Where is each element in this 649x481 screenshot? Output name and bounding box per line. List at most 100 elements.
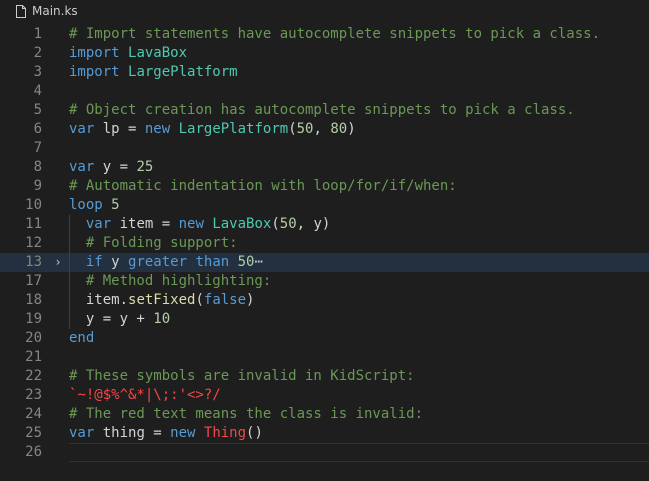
code-line[interactable]: 23 `~!@$%^&*|\;:'<>?/ xyxy=(0,386,649,405)
line-number: 8 xyxy=(33,159,42,175)
code-token: # Method highlighting: xyxy=(85,273,272,289)
line-number: 22 xyxy=(25,368,42,384)
code-line[interactable]: 26 xyxy=(0,443,649,462)
code-line[interactable]: 1 # Import statements have autocomplete s… xyxy=(0,25,649,44)
code-line[interactable]: 2 import LavaBox xyxy=(0,44,649,63)
chevron-right-icon[interactable]: › xyxy=(53,253,63,272)
code-line[interactable]: 11 var item = new LavaBox(50, y) xyxy=(0,215,649,234)
code-token: var xyxy=(69,159,95,175)
code-text: y = y + 10 xyxy=(69,310,649,329)
code-token: false xyxy=(203,292,247,308)
indent-guide xyxy=(69,310,70,329)
line-number: 6 xyxy=(33,121,42,137)
code-token: if xyxy=(85,254,103,270)
code-token: 50 xyxy=(279,216,297,232)
code-line[interactable]: 24 # The red text means the class is inva… xyxy=(0,405,649,424)
code-token: ( xyxy=(195,292,204,308)
line-number: 2 xyxy=(33,45,42,61)
code-text: item.setFixed(false) xyxy=(69,291,649,310)
code-token: 80 xyxy=(330,121,348,137)
code-token: LavaBox xyxy=(128,45,188,61)
code-line[interactable]: 13 › if y greater than 50⋯ xyxy=(0,253,649,272)
code-line[interactable]: 7 xyxy=(0,139,649,158)
code-line[interactable]: 17 # Method highlighting: xyxy=(0,272,649,291)
code-line[interactable]: 8 var y = 25 xyxy=(0,158,649,177)
indent-guide xyxy=(69,253,70,272)
code-text: # Folding support: xyxy=(69,234,649,253)
line-number: 3 xyxy=(33,64,42,80)
line-number: 1 xyxy=(33,26,42,42)
code-text: loop 5 xyxy=(69,196,649,215)
indent-guide xyxy=(69,234,70,253)
code-token: than xyxy=(195,254,230,270)
indent-guide xyxy=(69,215,70,234)
line-number: 10 xyxy=(25,197,42,213)
code-text: # The red text means the class is invali… xyxy=(69,405,649,424)
code-text: `~!@$%^&*|\;:'<>?/ xyxy=(69,386,649,405)
code-text: # Method highlighting: xyxy=(69,272,649,291)
code-token: # Folding support: xyxy=(85,235,238,251)
line-number: 11 xyxy=(25,216,42,232)
code-token: var xyxy=(69,121,95,137)
code-token: 50 xyxy=(296,121,314,137)
line-number: 7 xyxy=(33,140,42,156)
line-number: 13 xyxy=(25,254,42,270)
code-line[interactable]: 20 end xyxy=(0,329,649,348)
code-line[interactable]: 10 loop 5 xyxy=(0,196,649,215)
line-number: 26 xyxy=(25,444,42,460)
code-text xyxy=(69,443,649,462)
line-number: 5 xyxy=(33,102,42,118)
code-token: `~!@$%^&*|\;:'<>?/ xyxy=(69,387,221,403)
line-number: 9 xyxy=(33,178,42,194)
code-token: new xyxy=(178,216,204,232)
code-line[interactable]: 21 xyxy=(0,348,649,367)
code-token: LavaBox xyxy=(212,216,272,232)
code-line[interactable]: 4 xyxy=(0,82,649,101)
code-line[interactable]: 6 var lp = new LargePlatform(50, 80) xyxy=(0,120,649,139)
code-token: var xyxy=(85,216,112,232)
code-token: 50 xyxy=(237,254,255,270)
code-line[interactable]: 18 item.setFixed(false) xyxy=(0,291,649,310)
code-token: ⋯ xyxy=(254,254,263,270)
code-token: LargePlatform xyxy=(128,64,238,80)
code-text: # Automatic indentation with loop/for/if… xyxy=(69,177,649,196)
line-number: 20 xyxy=(25,330,42,346)
code-token: setFixed xyxy=(128,292,196,308)
code-token: ( xyxy=(271,216,280,232)
line-number: 23 xyxy=(25,387,42,403)
code-token: y = y + xyxy=(69,311,154,327)
code-line[interactable]: 19 y = y + 10 xyxy=(0,310,649,329)
code-token: # These symbols are invalid in KidScript… xyxy=(69,368,415,384)
code-line[interactable]: 25 var thing = new Thing() xyxy=(0,424,649,443)
tab-main-ks[interactable]: Main.ks xyxy=(0,0,92,22)
editor-tab-bar: Main.ks xyxy=(0,0,649,22)
code-line[interactable]: 5 # Object creation has autocomplete snip… xyxy=(0,101,649,120)
code-line[interactable]: 9 # Automatic indentation with loop/for/i… xyxy=(0,177,649,196)
line-number: 21 xyxy=(25,349,42,365)
line-number: 24 xyxy=(25,406,42,422)
code-token: end xyxy=(69,330,95,346)
indent-guide xyxy=(69,272,70,291)
code-token: LargePlatform xyxy=(178,121,289,137)
code-line[interactable]: 12 # Folding support: xyxy=(0,234,649,253)
code-line[interactable]: 3 import LargePlatform xyxy=(0,63,649,82)
line-number: 4 xyxy=(33,83,42,99)
code-line[interactable]: 22 # These symbols are invalid in KidScri… xyxy=(0,367,649,386)
code-text: if y greater than 50⋯ xyxy=(69,253,649,272)
code-token: new xyxy=(170,425,196,441)
line-number: 12 xyxy=(25,235,42,251)
code-text: # Import statements have autocomplete sn… xyxy=(69,25,649,44)
code-text: # These symbols are invalid in KidScript… xyxy=(69,367,649,386)
code-editor[interactable]: 1 # Import statements have autocomplete s… xyxy=(0,22,649,481)
code-token: import xyxy=(69,64,120,80)
line-number: 17 xyxy=(25,273,42,289)
code-token: # Object creation has autocomplete snipp… xyxy=(69,102,575,118)
code-token: 10 xyxy=(153,311,171,327)
